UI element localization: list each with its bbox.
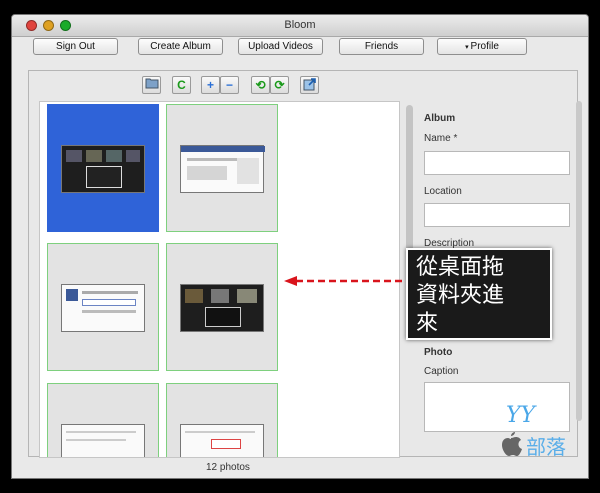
location-label: Location — [424, 186, 462, 197]
photo-image — [61, 145, 145, 193]
name-label: Name * — [424, 133, 458, 144]
upload-videos-button[interactable]: Upload Videos — [238, 38, 323, 55]
photo-icon-bar: C + − ⟲ ⟳ — [29, 71, 577, 99]
export-icon[interactable] — [300, 76, 319, 94]
photo-thumbnail[interactable] — [47, 104, 159, 232]
watermark-logo: YY 部落 — [498, 403, 578, 461]
photo-thumbnail[interactable] — [166, 243, 278, 371]
photo-section-heading: Photo — [424, 347, 453, 358]
remove-icon[interactable]: − — [220, 76, 239, 94]
photo-thumbnail[interactable] — [47, 243, 159, 371]
photo-image — [61, 424, 145, 457]
photo-count: 12 photos — [206, 462, 250, 473]
profile-popup-button[interactable]: ▾ Profile — [437, 38, 527, 55]
window-title: Bloom — [284, 19, 316, 31]
refresh-icon[interactable]: C — [172, 76, 191, 94]
callout-line-1: 從桌面拖 — [416, 255, 505, 280]
photo-image — [61, 284, 145, 332]
folder-icon[interactable] — [142, 76, 161, 94]
grid-scrollbar[interactable] — [406, 105, 413, 255]
watermark-mark: YY — [506, 403, 536, 428]
apple-icon — [502, 432, 522, 456]
photo-image — [180, 284, 264, 332]
sign-out-button[interactable]: Sign Out — [33, 38, 118, 55]
top-toolbar: Sign Out Create Album Upload Videos Frie… — [12, 37, 588, 59]
photo-thumbnail[interactable] — [166, 383, 278, 457]
album-section-heading: Album — [424, 113, 456, 124]
create-album-button[interactable]: Create Album — [138, 38, 223, 55]
photo-image — [180, 145, 265, 193]
location-field[interactable] — [424, 203, 570, 227]
title-bar: Bloom — [12, 15, 588, 37]
drag-arrow-icon — [284, 276, 402, 286]
details-scrollbar[interactable] — [576, 101, 582, 421]
watermark-text: 部落 — [526, 435, 566, 459]
friends-button[interactable]: Friends — [339, 38, 424, 55]
annotation-callout: 從桌面拖 資料夾進 來 — [406, 248, 552, 340]
screenshot-frame: Bloom Sign Out Create Album Upload Video… — [0, 0, 600, 493]
photo-thumbnail[interactable] — [166, 104, 278, 232]
callout-line-2: 資料夾進 — [416, 283, 505, 308]
photo-image — [180, 424, 264, 457]
rotate-right-icon[interactable]: ⟳ — [270, 76, 289, 94]
add-icon[interactable]: + — [201, 76, 220, 94]
caption-label: Caption — [424, 366, 459, 377]
callout-line-3: 來 — [416, 311, 439, 336]
name-field[interactable] — [424, 151, 570, 175]
photo-thumbnail[interactable] — [47, 383, 159, 457]
rotate-left-icon[interactable]: ⟲ — [251, 76, 270, 94]
profile-label: Profile — [470, 41, 499, 52]
